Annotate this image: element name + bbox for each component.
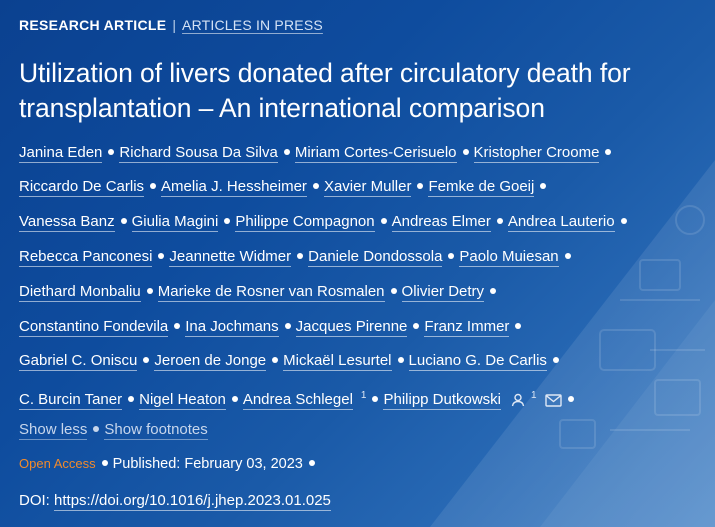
author-link[interactable]: Riccardo De Carlis [19,178,145,197]
author-separator [146,288,153,295]
doi-row: DOI: https://doi.org/10.1016/j.jhep.2023… [19,492,331,511]
person-icon[interactable] [511,393,525,407]
author-separator [284,323,291,330]
author-separator [158,253,165,260]
author-link[interactable]: Janina Eden [19,144,103,163]
author-separator [462,149,469,156]
author-separator [174,323,181,330]
author-link[interactable]: Jeroen de Jonge [154,352,267,371]
author-link[interactable]: Andrea Schlegel [242,391,353,410]
author-separator [496,218,503,225]
doi-label: DOI: [19,492,50,509]
author-link[interactable]: Philipp Dutkowski [383,391,502,410]
author-separator [552,357,559,364]
author-separator [413,323,420,330]
author-separator [380,218,387,225]
author-link[interactable]: Richard Sousa Da Silva [119,144,278,163]
author-link[interactable]: Amelia J. Hessheimer [161,178,307,197]
author-separator [605,149,612,156]
author-separator [297,253,304,260]
author-link[interactable]: Mickaël Lesurtel [283,352,392,371]
author-separator [564,253,571,260]
author-separator [490,288,497,295]
author-link[interactable]: Rebecca Panconesi [19,248,153,267]
author-link[interactable]: Diethard Monbaliu [19,283,141,302]
author-link[interactable]: Jeannette Widmer [169,248,292,267]
open-access-badge: Open Access [19,456,96,471]
show-less-link[interactable]: Show less [19,421,88,440]
affiliation-mark[interactable]: 1 [531,390,537,401]
article-title: Utilization of livers donated after circ… [19,58,631,123]
kicker-separator: | [172,17,177,33]
author-line: Diethard Monbaliu Marieke de Rosner van R… [19,281,501,303]
author-separator [515,323,522,330]
author-separator [390,288,397,295]
author-link[interactable]: C. Burcin Taner [19,391,123,410]
affiliation-mark[interactable]: 1 [361,390,367,401]
author-separator [620,218,627,225]
author-separator [108,149,115,156]
doi-link[interactable]: https://doi.org/10.1016/j.jhep.2023.01.0… [54,492,331,511]
author-link[interactable]: Paolo Muiesan [459,248,559,267]
author-link[interactable]: Luciano G. De Carlis [408,352,547,371]
article-type: RESEARCH ARTICLE [19,17,167,33]
author-link[interactable]: Jacques Pirenne [295,318,408,337]
author-separator [143,357,150,364]
author-link[interactable]: Marieke de Rosner van Rosmalen [157,283,385,302]
author-separator [448,253,455,260]
author-link[interactable]: Philippe Compagnon [235,213,375,232]
author-link[interactable]: Femke de Goeij [428,178,535,197]
author-separator [120,218,127,225]
author-separator [540,183,547,190]
author-link[interactable]: Vanessa Banz [19,213,115,232]
author-link[interactable]: Miriam Cortes-Cerisuelo [294,144,457,163]
author-separator [283,149,290,156]
article-meta: Open Access Published: February 03, 2023 [19,455,320,472]
meta-separator [308,460,315,467]
author-link[interactable]: Franz Immer [424,318,510,337]
author-separator [224,218,231,225]
author-separator [417,183,424,190]
mail-icon[interactable] [544,393,562,407]
author-link[interactable]: Constantino Fondevila [19,318,169,337]
author-link[interactable]: Andreas Elmer [391,213,491,232]
author-link[interactable]: Kristopher Croome [473,144,600,163]
author-separator [372,396,379,403]
published-date: Published: February 03, 2023 [112,456,303,472]
meta-separator [101,460,108,467]
author-line: Gabriel C. Oniscu Jeroen de Jonge Mickaël … [19,350,564,372]
author-link[interactable]: Andrea Lauterio [507,213,615,232]
author-line: C. Burcin Taner Nigel Heaton Andrea Schleg… [19,385,579,410]
author-separator [128,396,135,403]
author-separator [150,183,157,190]
author-link[interactable]: Daniele Dondossola [308,248,443,267]
article-kicker: RESEARCH ARTICLE | ARTICLES IN PRESS [19,17,323,33]
author-link[interactable]: Xavier Muller [323,178,412,197]
author-line: Vanessa Banz Giulia Magini Philippe Compag… [19,211,632,233]
author-separator [272,357,279,364]
author-line: Rebecca Panconesi Jeannette Widmer Daniele… [19,246,576,268]
author-line: Janina Eden Richard Sousa Da Silva Miriam … [19,142,616,164]
author-toggles: Show less Show footnotes [19,421,208,440]
author-link[interactable]: Olivier Detry [401,283,485,302]
author-link[interactable]: Giulia Magini [131,213,219,232]
author-link[interactable]: Ina Jochmans [185,318,279,337]
show-footnotes-link[interactable]: Show footnotes [104,421,208,440]
author-separator [567,396,574,403]
author-line: Constantino Fondevila Ina Jochmans Jacques… [19,316,526,338]
toggle-separator [93,426,100,433]
author-separator [231,396,238,403]
author-separator [312,183,319,190]
section-link[interactable]: ARTICLES IN PRESS [182,17,323,33]
author-link[interactable]: Nigel Heaton [139,391,226,410]
author-separator [397,357,404,364]
author-link[interactable]: Gabriel C. Oniscu [19,352,138,371]
author-line: Riccardo De Carlis Amelia J. Hessheimer Xa… [19,176,551,198]
